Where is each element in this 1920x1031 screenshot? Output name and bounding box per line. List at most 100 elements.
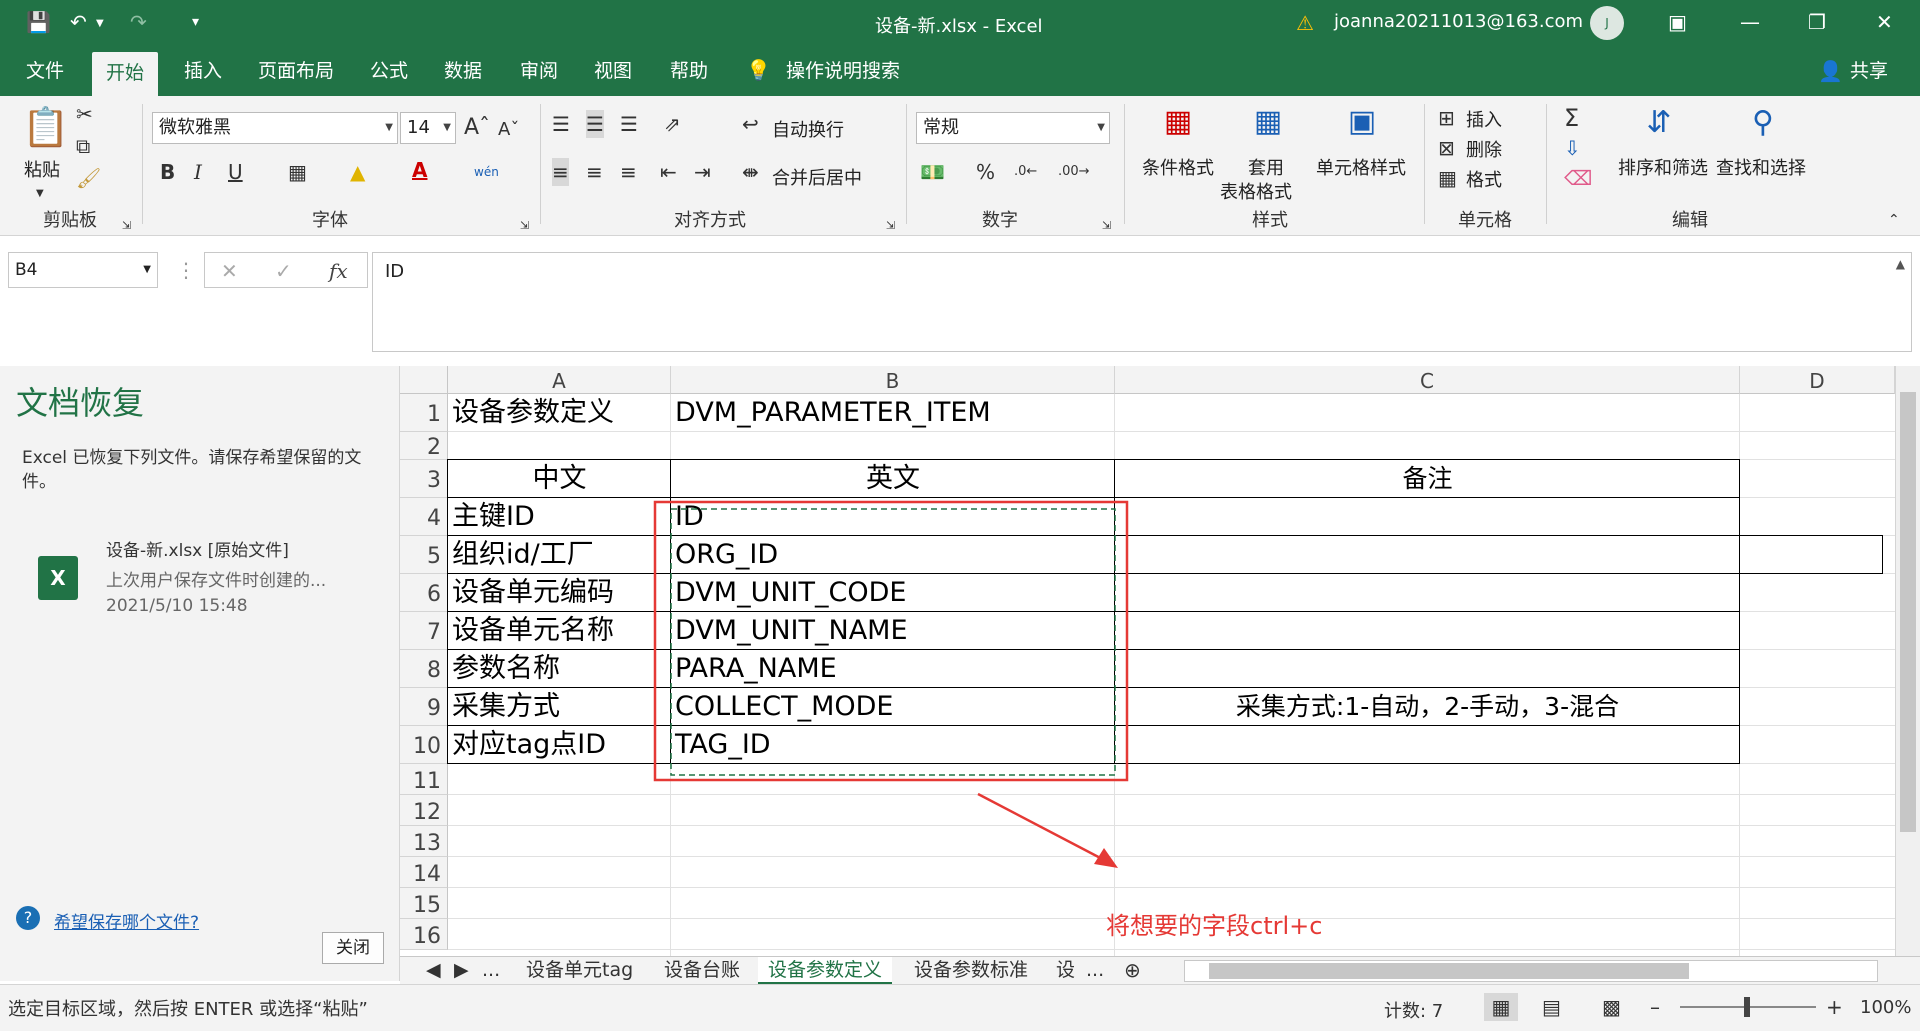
align-left-icon[interactable]: ≡ [552,158,569,186]
insert-function-button[interactable]: fx [329,257,348,285]
cell-styles-button[interactable]: 单元格样式 [1316,154,1406,180]
decrease-font-size-icon[interactable]: Aˇ [498,116,519,144]
phonetic-guide-icon[interactable]: wén [474,158,499,186]
zoom-in-icon[interactable]: + [1826,993,1843,1021]
font-name-select[interactable]: 微软雅黑 ▼ [152,112,398,144]
delete-cells-button[interactable]: 删除 [1466,136,1502,162]
sheet-tab-3[interactable]: 设备参数标准 [904,957,1038,985]
add-sheet-icon[interactable]: ⊕ [1114,957,1151,985]
align-middle-icon[interactable]: ☰ [586,110,604,138]
conditional-formatting-icon[interactable]: ▦ [1158,102,1198,142]
page-layout-view-icon[interactable]: ▤ [1542,993,1561,1021]
sheet-tab-1[interactable]: 设备台账 [654,957,750,985]
delete-cells-icon[interactable]: ⊠ [1438,134,1455,162]
horizontal-scroll-thumb[interactable] [1209,963,1689,979]
more-sheets-right[interactable]: ... [1076,957,1114,985]
orientation-icon[interactable]: ⇗ [664,110,681,138]
more-sheets-left[interactable]: ... [472,957,510,985]
zoom-level[interactable]: 100% [1860,997,1911,1018]
sort-filter-icon[interactable]: ⇵ [1636,100,1682,146]
format-as-table-button-line2[interactable]: 表格格式 [1220,178,1292,204]
tab-insert[interactable]: 插入 [170,46,236,96]
minimize-icon[interactable]: — [1740,8,1760,36]
paste-button[interactable]: 粘贴 [24,156,60,182]
tab-home[interactable]: 开始 [92,52,159,96]
tab-file[interactable]: 文件 [12,46,78,96]
fill-color-icon[interactable]: ▲ [350,158,365,186]
horizontal-scrollbar[interactable] [1184,960,1878,982]
autosum-icon[interactable]: Σ [1564,104,1579,132]
tab-page-layout[interactable]: 页面布局 [244,46,348,96]
avatar[interactable]: J [1590,6,1624,40]
conditional-formatting-button[interactable]: 条件格式 [1142,154,1214,180]
increase-indent-icon[interactable]: ⇥ [694,158,711,186]
align-center-icon[interactable]: ≡ [586,158,603,186]
tab-formulas[interactable]: 公式 [356,46,422,96]
undo-icon[interactable]: ↶ [70,8,87,36]
share-button[interactable]: 共享 [1836,46,1902,96]
increase-font-size-icon[interactable]: Aˆ [464,114,490,142]
user-account[interactable]: joanna20211013@163.com [1334,11,1583,32]
decrease-indent-icon[interactable]: ⇤ [660,158,677,186]
sheet-tab-0[interactable]: 设备单元tag [516,957,643,985]
formula-input[interactable]: ID ▲ [372,252,1912,352]
name-box[interactable]: B4 ▼ [8,252,158,288]
paste-icon[interactable]: 📋 [22,102,69,152]
number-format-select[interactable]: 常规 ▼ [916,112,1110,144]
align-right-icon[interactable]: ≡ [620,158,637,186]
restore-icon[interactable]: ❐ [1808,8,1826,36]
borders-icon[interactable]: ▦ [288,158,307,186]
page-break-view-icon[interactable]: ▩ [1602,993,1621,1021]
underline-button[interactable]: U [228,158,243,186]
tab-data[interactable]: 数据 [430,46,496,96]
sort-filter-button[interactable]: 排序和筛选 [1618,154,1708,180]
sheet-tab-2[interactable]: 设备参数定义 [758,957,893,985]
cancel-entry-icon[interactable]: ✕ [221,257,238,285]
bold-button[interactable]: B [160,158,175,186]
tell-me-search[interactable]: 操作说明搜索 [772,46,914,96]
collapse-formula-bar-icon[interactable]: ▲ [1896,257,1905,271]
merge-center-button[interactable]: 合并后居中 [772,164,862,190]
paste-dropdown-icon[interactable]: ▼ [36,180,44,208]
decrease-decimal-icon[interactable]: .00→ [1058,158,1090,186]
search-icon[interactable]: ⚲ [1740,100,1786,146]
wrap-text-icon[interactable]: ↩ [742,110,759,138]
accounting-format-icon[interactable]: 💵 [920,158,945,186]
tab-help[interactable]: 帮助 [656,46,722,96]
format-cells-icon[interactable]: ▦ [1438,164,1457,192]
merge-center-icon[interactable]: ⇼ [742,158,759,186]
align-top-icon[interactable]: ☰ [552,110,570,138]
clear-icon[interactable]: ⌫ [1564,164,1592,192]
recovered-file-name[interactable]: 设备-新.xlsx [原始文件] [106,536,289,561]
vertical-scrollbar[interactable] [1895,366,1920,956]
save-icon[interactable]: 💾 [26,8,51,36]
zoom-slider-thumb[interactable] [1744,997,1750,1017]
font-size-select[interactable]: 14 ▼ [400,112,456,144]
percent-style-button[interactable]: % [976,158,995,186]
cell-styles-icon[interactable]: ▣ [1342,102,1382,142]
help-link[interactable]: 希望保存哪个文件? [54,908,199,933]
font-color-icon[interactable]: A [412,156,427,184]
worksheet-grid[interactable]: A B C D 1 设备参数定义 DVM_PARAMETER_ITEM 2 3 中文 英文备… [400,366,1895,956]
insert-cells-button[interactable]: 插入 [1466,106,1502,132]
vertical-scroll-thumb[interactable] [1900,392,1916,832]
italic-button[interactable]: I [194,158,202,186]
zoom-out-icon[interactable]: – [1650,993,1660,1021]
close-icon[interactable]: ✕ [1876,8,1893,36]
tab-review[interactable]: 审阅 [506,46,572,96]
customize-quick-access-icon[interactable]: ▾ [192,8,199,36]
find-select-button[interactable]: 查找和选择 [1716,154,1806,180]
insert-cells-icon[interactable]: ⊞ [1438,104,1455,132]
undo-dropdown-icon[interactable]: ▼ [96,10,104,38]
collapse-ribbon-icon[interactable]: ⌃ [1888,206,1900,234]
normal-view-icon[interactable]: ▦ [1484,993,1518,1021]
format-as-table-icon[interactable]: ▦ [1248,102,1288,142]
close-button[interactable]: 关闭 [322,932,384,964]
fill-icon[interactable]: ⇩ [1564,134,1581,162]
format-as-table-button-line1[interactable]: 套用 [1248,154,1284,180]
tab-view[interactable]: 视图 [580,46,646,96]
format-cells-button[interactable]: 格式 [1466,166,1502,192]
align-bottom-icon[interactable]: ☰ [620,110,638,138]
wrap-text-button[interactable]: 自动换行 [772,116,844,142]
cut-icon[interactable]: ✂ [76,100,93,128]
